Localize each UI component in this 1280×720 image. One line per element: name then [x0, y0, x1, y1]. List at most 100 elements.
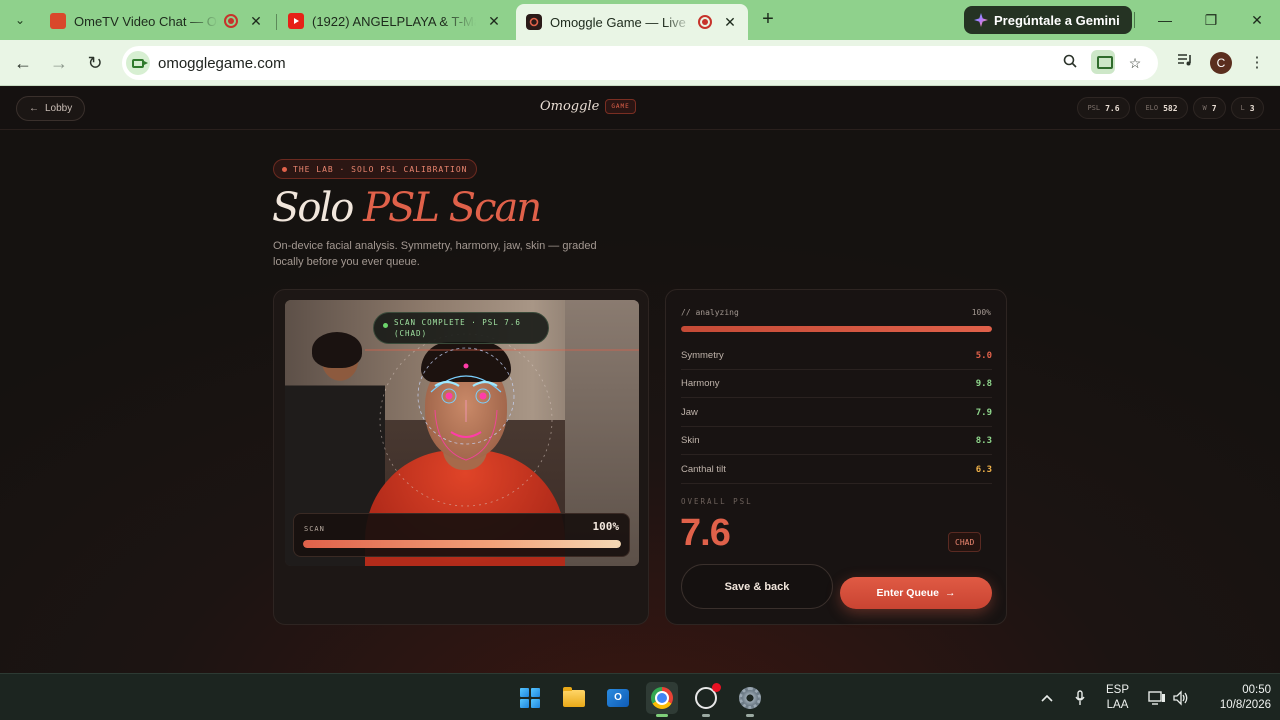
scan-label: SCAN: [304, 525, 325, 533]
close-tab-icon[interactable]: ✕: [486, 13, 502, 30]
language-code: ESP: [1106, 683, 1130, 696]
url-text[interactable]: omogglegame.com: [158, 55, 286, 72]
stat-label: ELO: [1145, 104, 1159, 112]
stat-value: 7.6: [1105, 103, 1120, 113]
reload-icon[interactable]: ↻: [83, 51, 107, 75]
windows-taskbar: O ESP LAA 00:50 10/8/2026: [0, 673, 1280, 720]
page-title: Solo PSL Scan: [272, 185, 542, 231]
tab-search-chevron-icon[interactable]: ⌄: [8, 9, 32, 31]
chrome-button[interactable]: [646, 682, 678, 717]
tab-ometv[interactable]: OmeTV Video Chat — Omegle ✕: [40, 6, 274, 36]
clock-date: 10/8/2026: [1219, 698, 1271, 711]
metric-value: 7.9: [975, 407, 992, 418]
settings-button[interactable]: [734, 682, 766, 717]
camera-in-use-icon[interactable]: [126, 51, 150, 75]
folder-icon: [563, 686, 585, 707]
tray-chevron-icon[interactable]: [1040, 674, 1054, 720]
title-accent: PSL Scan: [363, 185, 542, 231]
enter-queue-button[interactable]: Enter Queue →: [840, 577, 992, 609]
outlook-button[interactable]: O: [602, 682, 634, 714]
metric-name: Skin: [681, 435, 700, 446]
divider: [1134, 12, 1135, 28]
tab-title: Omoggle Game — Live 1v1: [550, 14, 692, 30]
back-arrow-icon: ←: [29, 103, 39, 114]
overall-psl-value: 7.6: [680, 512, 731, 554]
metric-row-canthal-tilt: Canthal tilt 6.3: [681, 456, 992, 484]
app-top-bar: ← Lobby Omoggle GAME PSL 7.6 ELO 582 W7 L3: [0, 87, 1280, 130]
obs-icon: [695, 683, 721, 709]
browser-toolbar: ← → ↻ omogglegame.com ☆ C ⋮: [0, 40, 1280, 86]
metric-row-harmony: Harmony 9.8: [681, 370, 992, 398]
stat-value: 7: [1211, 103, 1217, 113]
new-tab-button[interactable]: +: [758, 9, 778, 29]
close-tab-icon[interactable]: ✕: [722, 14, 738, 31]
stat-losses: L3: [1231, 97, 1264, 119]
obs-button[interactable]: [690, 682, 722, 717]
back-arrow-icon[interactable]: ←: [11, 51, 35, 75]
running-indicator: [656, 714, 668, 717]
forward-arrow-icon[interactable]: →: [47, 51, 71, 75]
restore-icon[interactable]: ❐: [1196, 9, 1226, 31]
webcam-feed: SCAN COMPLETE · PSL 7.6 (CHAD) SCAN 100%: [285, 300, 639, 566]
close-tab-icon[interactable]: ✕: [248, 13, 264, 30]
metric-name: Jaw: [681, 407, 698, 418]
stat-elo: ELO 582: [1135, 97, 1188, 119]
network-icon[interactable]: [1148, 674, 1166, 720]
tab-divider: [276, 14, 277, 30]
windows-logo-icon: [520, 688, 540, 708]
lobby-label: Lobby: [45, 103, 73, 114]
title-plain: Solo: [272, 185, 354, 231]
volume-icon[interactable]: [1172, 674, 1190, 720]
lobby-button[interactable]: ← Lobby: [16, 96, 86, 121]
page-viewport: ← Lobby Omoggle GAME PSL 7.6 ELO 582 W7 L3…: [0, 87, 1280, 673]
input-language-indicator[interactable]: ESP LAA: [1106, 674, 1129, 720]
section-badge: THE LAB · SOLO PSL CALIBRATION: [273, 159, 477, 179]
brand-name: Omoggle: [540, 99, 600, 114]
bookmark-star-icon[interactable]: ☆: [1123, 51, 1147, 75]
metric-row-symmetry: Symmetry 5.0: [681, 342, 992, 370]
keyboard-layout: LAA: [1106, 698, 1129, 711]
tab-youtube[interactable]: (1922) ANGELPLAYA & T-Mass ✕: [278, 6, 512, 36]
notification-dot: [712, 683, 721, 692]
metric-row-skin: Skin 8.3: [681, 427, 992, 455]
more-menu-icon[interactable]: ⋮: [1245, 51, 1269, 75]
analysis-progress-fill: [681, 326, 992, 332]
ometv-favicon-icon: [50, 13, 66, 29]
status-dot-icon: [282, 166, 287, 172]
profile-avatar[interactable]: C: [1210, 52, 1232, 74]
arrow-right-icon: →: [944, 587, 956, 599]
clock-time: 00:50: [1242, 683, 1271, 696]
gear-icon: [739, 687, 761, 709]
file-explorer-button[interactable]: [558, 682, 590, 714]
scan-progress-fill: [303, 540, 621, 548]
brand-logo[interactable]: Omoggle GAME: [540, 99, 636, 114]
zoom-search-icon[interactable]: [1058, 51, 1082, 75]
analysis-card: // analyzing 100% Symmetry 5.0 Harmony 9…: [665, 289, 1007, 625]
metric-value: 5.0: [975, 350, 992, 361]
recording-indicator-icon: [224, 14, 238, 28]
tier-badge: CHAD: [948, 532, 982, 552]
install-app-icon[interactable]: [1091, 50, 1115, 74]
analysis-header: // analyzing: [681, 308, 739, 317]
media-controls-icon[interactable]: [1173, 51, 1197, 75]
brand-tag: GAME: [605, 99, 636, 114]
close-window-icon[interactable]: ✕: [1242, 9, 1272, 31]
clock[interactable]: 00:50 10/8/2026: [1203, 674, 1271, 720]
scan-complete-chip: SCAN COMPLETE · PSL 7.6 (CHAD): [373, 312, 549, 344]
omoggle-favicon-icon: [526, 14, 542, 30]
stat-label: L: [1240, 104, 1245, 112]
stat-label: PSL: [1087, 104, 1101, 112]
address-bar[interactable]: omogglegame.com ☆: [122, 46, 1158, 80]
gemini-button[interactable]: Pregúntale a Gemini: [964, 6, 1132, 34]
start-button[interactable]: [514, 682, 546, 714]
scan-chip-line1: SCAN COMPLETE · PSL 7.6: [394, 318, 521, 327]
gemini-sparkle-icon: [974, 13, 988, 27]
metric-row-jaw: Jaw 7.9: [681, 399, 992, 427]
save-and-back-button[interactable]: Save & back: [681, 564, 833, 609]
microphone-icon[interactable]: [1074, 674, 1086, 720]
minimize-icon[interactable]: —: [1150, 9, 1180, 31]
metric-name: Canthal tilt: [681, 464, 726, 475]
stat-wins: W7: [1193, 97, 1226, 119]
tab-omoggle[interactable]: Omoggle Game — Live 1v1 ✕: [516, 4, 748, 40]
chrome-icon: [651, 687, 673, 709]
